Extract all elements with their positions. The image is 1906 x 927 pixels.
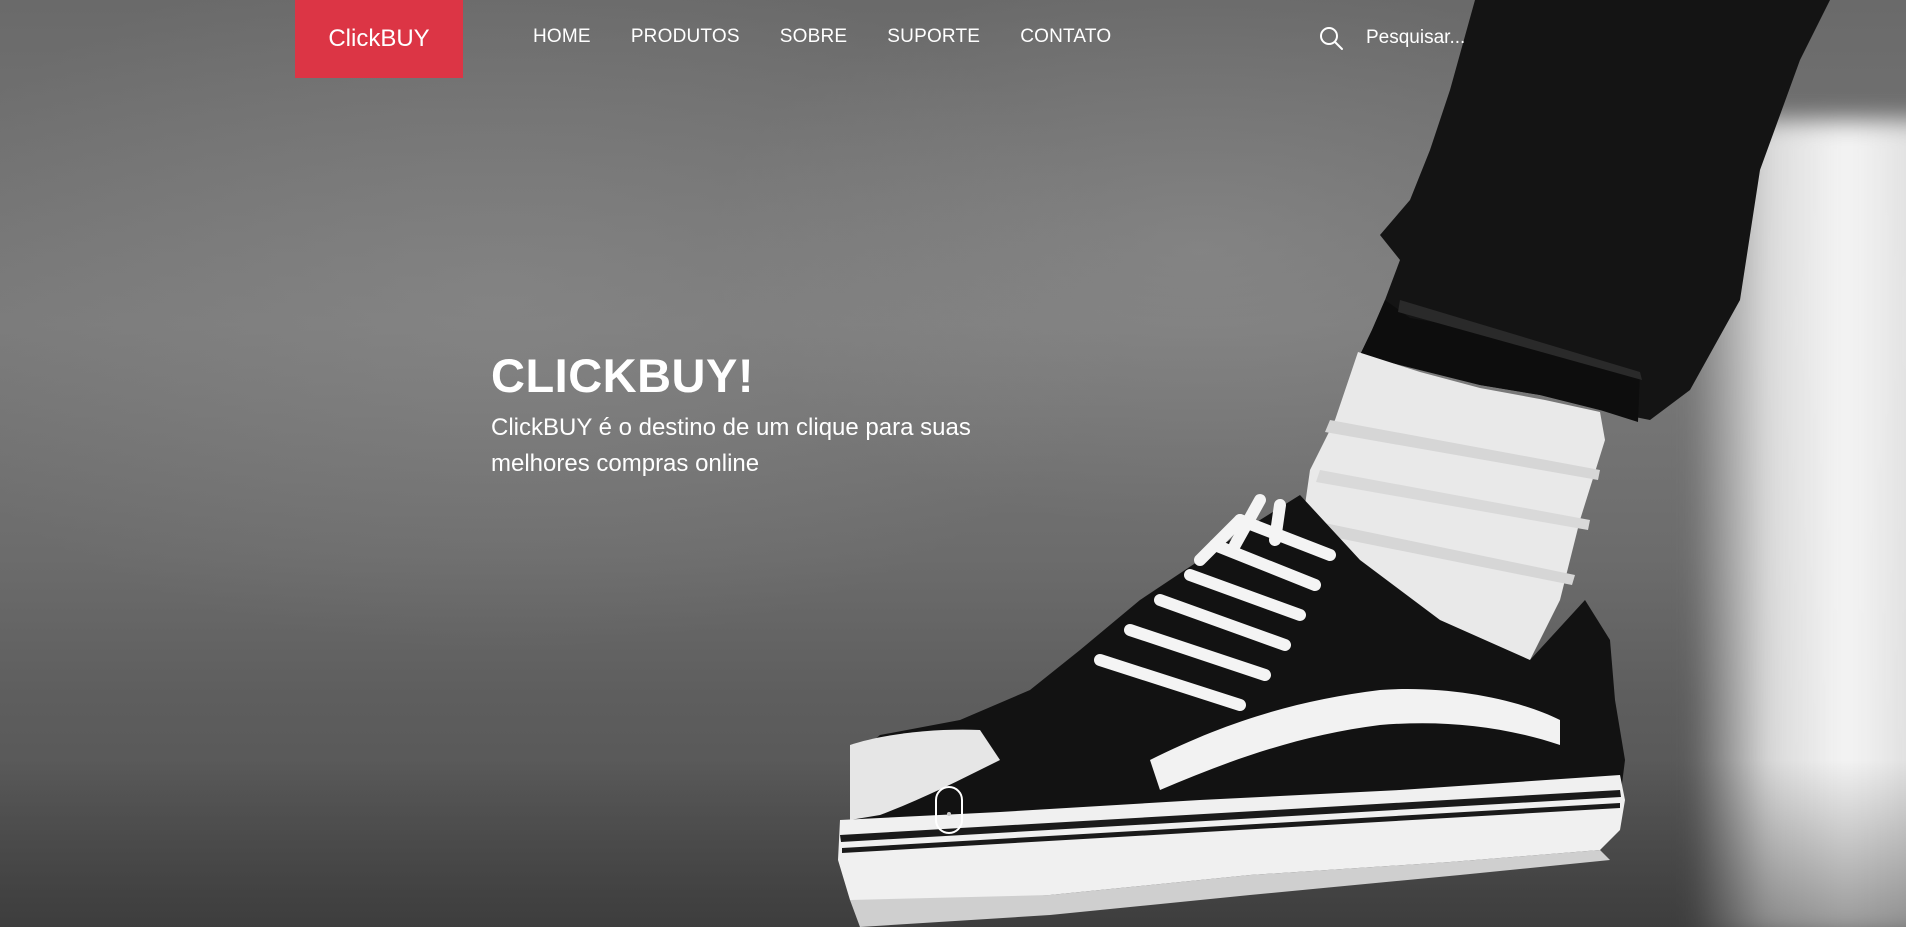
nav-item-contato: CONTATO — [1000, 26, 1131, 48]
nav-item-produtos: PRODUTOS — [611, 26, 760, 48]
nav-link-home[interactable]: HOME — [533, 26, 611, 48]
mouse-scroll-icon[interactable] — [935, 786, 963, 834]
nav-link-produtos[interactable]: PRODUTOS — [611, 26, 760, 48]
navbar: ClickBUY HOME PRODUTOS SOBRE SUPORTE CON… — [0, 0, 1906, 78]
hero-section: ClickBUY HOME PRODUTOS SOBRE SUPORTE CON… — [0, 0, 1906, 927]
search-box — [1318, 25, 1516, 51]
hero-subtitle: ClickBUY é o destino de um clique para s… — [491, 413, 971, 477]
nav-item-sobre: SOBRE — [760, 26, 868, 48]
search-icon[interactable] — [1318, 25, 1344, 51]
search-input[interactable] — [1366, 27, 1516, 49]
scroll-dot — [947, 812, 951, 816]
nav-link-contato[interactable]: CONTATO — [1000, 26, 1131, 48]
brand-logo[interactable]: ClickBUY — [295, 0, 463, 78]
nav-link-sobre[interactable]: SOBRE — [760, 26, 868, 48]
nav-item-home: HOME — [533, 26, 611, 48]
nav-link-suporte[interactable]: SUPORTE — [867, 26, 1000, 48]
nav-menu: HOME PRODUTOS SOBRE SUPORTE CONTATO — [533, 26, 1131, 48]
nav-item-suporte: SUPORTE — [867, 26, 1000, 48]
hero-content: CLICKBUY! ClickBUY é o destino de um cli… — [491, 350, 1051, 482]
hero-title: CLICKBUY! — [491, 349, 754, 402]
